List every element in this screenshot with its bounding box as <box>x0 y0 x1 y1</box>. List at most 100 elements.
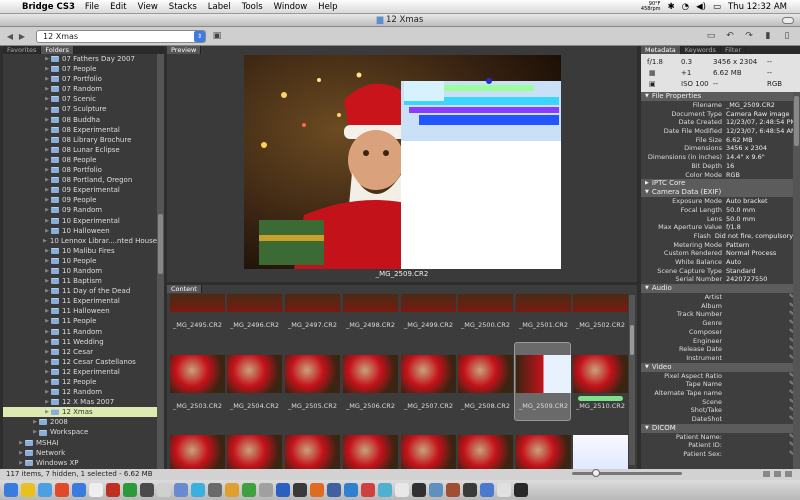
bluetooth-icon[interactable]: ✱ <box>668 2 675 12</box>
dock-app-icon[interactable] <box>72 483 86 497</box>
disclosure-triangle-icon[interactable]: ▶ <box>43 246 51 256</box>
compact-mode-icon[interactable]: ▯ <box>780 31 794 41</box>
new-folder-icon[interactable]: ▭ <box>704 31 718 41</box>
tab-folders[interactable]: Folders <box>41 46 74 54</box>
folder-item[interactable]: ▶ 08 Lunar Eclipse <box>3 145 164 155</box>
thumbnail-label[interactable]: _MG_2497.CR2 <box>284 321 341 329</box>
disclosure-triangle-icon[interactable]: ▶ <box>31 427 39 437</box>
dock-app-icon[interactable] <box>412 483 426 497</box>
disclosure-triangle-icon[interactable]: ▶ <box>43 175 51 185</box>
view-list-button[interactable] <box>774 471 781 477</box>
folder-item[interactable]: ▶ 10 People <box>3 256 164 266</box>
disclosure-triangle-icon[interactable]: ▶ <box>43 256 51 266</box>
dock-app-icon[interactable] <box>259 483 273 497</box>
disclosure-triangle-icon[interactable]: ▶ <box>43 367 51 377</box>
disclosure-triangle-icon[interactable]: ▼ <box>645 188 649 197</box>
folder-item[interactable]: ▶ Network <box>3 448 164 458</box>
disclosure-triangle-icon[interactable]: ▶ <box>43 74 51 84</box>
disclosure-triangle-icon[interactable]: ▶ <box>43 125 51 135</box>
thumbnail-label[interactable]: _MG_2498.CR2 <box>342 321 399 329</box>
disclosure-triangle-icon[interactable]: ▶ <box>43 165 51 175</box>
disclosure-triangle-icon[interactable]: ▶ <box>43 407 51 417</box>
folder-item[interactable]: ▶ 10 Random <box>3 266 164 276</box>
tab-keywords[interactable]: Keywords <box>681 46 721 54</box>
app-menu[interactable]: Bridge CS3 <box>22 2 75 12</box>
folder-item[interactable]: ▶ 10 Halloween <box>3 226 164 236</box>
thumbnail[interactable] <box>343 294 398 312</box>
thumbnail[interactable] <box>573 355 628 393</box>
thumbnail[interactable] <box>227 355 282 393</box>
forward-icon[interactable]: ▶ <box>16 32 28 41</box>
folder-item[interactable]: ▶ 07 Sculpture <box>3 104 164 114</box>
tab-favorites[interactable]: Favorites <box>3 46 42 54</box>
disclosure-triangle-icon[interactable]: ▶ <box>43 316 51 326</box>
thumbnail-label[interactable]: _MG_2506.CR2 <box>342 402 399 410</box>
folder-item[interactable]: ▶ 10 Malibu Fires <box>3 246 164 256</box>
folder-item[interactable]: ▶ Windows XP <box>3 458 164 468</box>
disclosure-triangle-icon[interactable]: ▶ <box>43 337 51 347</box>
dock-app-icon[interactable] <box>361 483 375 497</box>
disclosure-triangle-icon[interactable]: ▶ <box>43 155 51 165</box>
thumbnail[interactable] <box>458 294 513 312</box>
toolbar-toggle-button[interactable] <box>782 17 794 24</box>
scrollbar-thumb[interactable] <box>158 214 163 274</box>
dock-app-icon[interactable] <box>157 483 171 497</box>
folder-item[interactable]: ▶ 11 Baptism <box>3 276 164 286</box>
menu-edit[interactable]: Edit <box>110 2 126 12</box>
scrollbar-thumb[interactable] <box>630 325 634 355</box>
metadata-section-header[interactable]: ▶ IPTC Core <box>641 179 800 189</box>
view-grid-button[interactable] <box>763 471 770 477</box>
dock-app-icon[interactable] <box>327 483 341 497</box>
menu-stacks[interactable]: Stacks <box>169 2 197 12</box>
disclosure-triangle-icon[interactable]: ▶ <box>43 327 51 337</box>
folder-item[interactable]: ▶ 12 Experimental <box>3 367 164 377</box>
folder-item[interactable]: ▶10 Lennox Librar....nted House 2007 <box>3 236 164 246</box>
scrollbar-thumb[interactable] <box>794 96 799 146</box>
tab-preview[interactable]: Preview <box>167 46 202 54</box>
tab-metadata[interactable]: Metadata <box>641 46 681 54</box>
disclosure-triangle-icon[interactable]: ▼ <box>645 424 649 433</box>
thumbnail-label[interactable]: _MG_2508.CR2 <box>457 402 514 410</box>
dock-app-icon[interactable] <box>55 483 69 497</box>
thumbnail[interactable] <box>170 294 225 312</box>
folder-item[interactable]: ▶ 09 Experimental <box>3 185 164 195</box>
disclosure-triangle-icon[interactable]: ▶ <box>43 306 51 316</box>
metadata-section-header[interactable]: ▼ File Properties <box>641 92 800 101</box>
thumbnail[interactable] <box>458 435 513 469</box>
dock-app-icon[interactable] <box>463 483 477 497</box>
folder-item[interactable]: ▶ 08 Buddha <box>3 115 164 125</box>
thumbnail[interactable] <box>170 355 225 393</box>
disclosure-triangle-icon[interactable]: ▶ <box>43 347 51 357</box>
dock-app-icon[interactable] <box>242 483 256 497</box>
thumbnail[interactable] <box>285 294 340 312</box>
rotate-right-icon[interactable]: ↷ <box>742 31 756 41</box>
thumbnail-label[interactable]: _MG_2496.CR2 <box>226 321 283 329</box>
folder-item[interactable]: ▶ Workspace <box>3 427 164 437</box>
folder-item[interactable]: ▶ 11 Wedding <box>3 337 164 347</box>
disclosure-triangle-icon[interactable]: ▶ <box>43 94 51 104</box>
folder-scrollbar[interactable] <box>157 54 164 469</box>
folder-item[interactable]: ▶ 07 People <box>3 64 164 74</box>
disclosure-triangle-icon[interactable]: ▼ <box>645 363 649 372</box>
thumbnail[interactable] <box>516 355 571 393</box>
dock-app-icon[interactable] <box>21 483 35 497</box>
disclosure-triangle-icon[interactable]: ▶ <box>43 397 51 407</box>
thumbnail-label[interactable]: _MG_2504.CR2 <box>226 402 283 410</box>
wifi-icon[interactable]: ◔ <box>682 2 689 12</box>
disclosure-triangle-icon[interactable]: ▶ <box>43 135 51 145</box>
metadata-section-header[interactable]: ▼ Audio <box>641 284 800 294</box>
folder-item[interactable]: ▶ 12 Random <box>3 387 164 397</box>
disclosure-triangle-icon[interactable]: ▶ <box>43 387 51 397</box>
thumbnail-size-slider[interactable] <box>572 469 682 477</box>
thumbnail[interactable] <box>285 435 340 469</box>
disclosure-triangle-icon[interactable]: ▶ <box>43 286 51 296</box>
disclosure-triangle-icon[interactable]: ▶ <box>43 236 47 246</box>
disclosure-triangle-icon[interactable]: ▶ <box>17 438 25 448</box>
folder-item[interactable]: ▶ 08 Portfolio <box>3 165 164 175</box>
disclosure-triangle-icon[interactable]: ▶ <box>43 84 51 94</box>
dock-app-icon[interactable] <box>310 483 324 497</box>
thumbnail[interactable] <box>516 435 571 469</box>
dock-app-icon[interactable] <box>429 483 443 497</box>
disclosure-triangle-icon[interactable]: ▼ <box>645 92 649 101</box>
rotate-left-icon[interactable]: ↶ <box>723 31 737 41</box>
